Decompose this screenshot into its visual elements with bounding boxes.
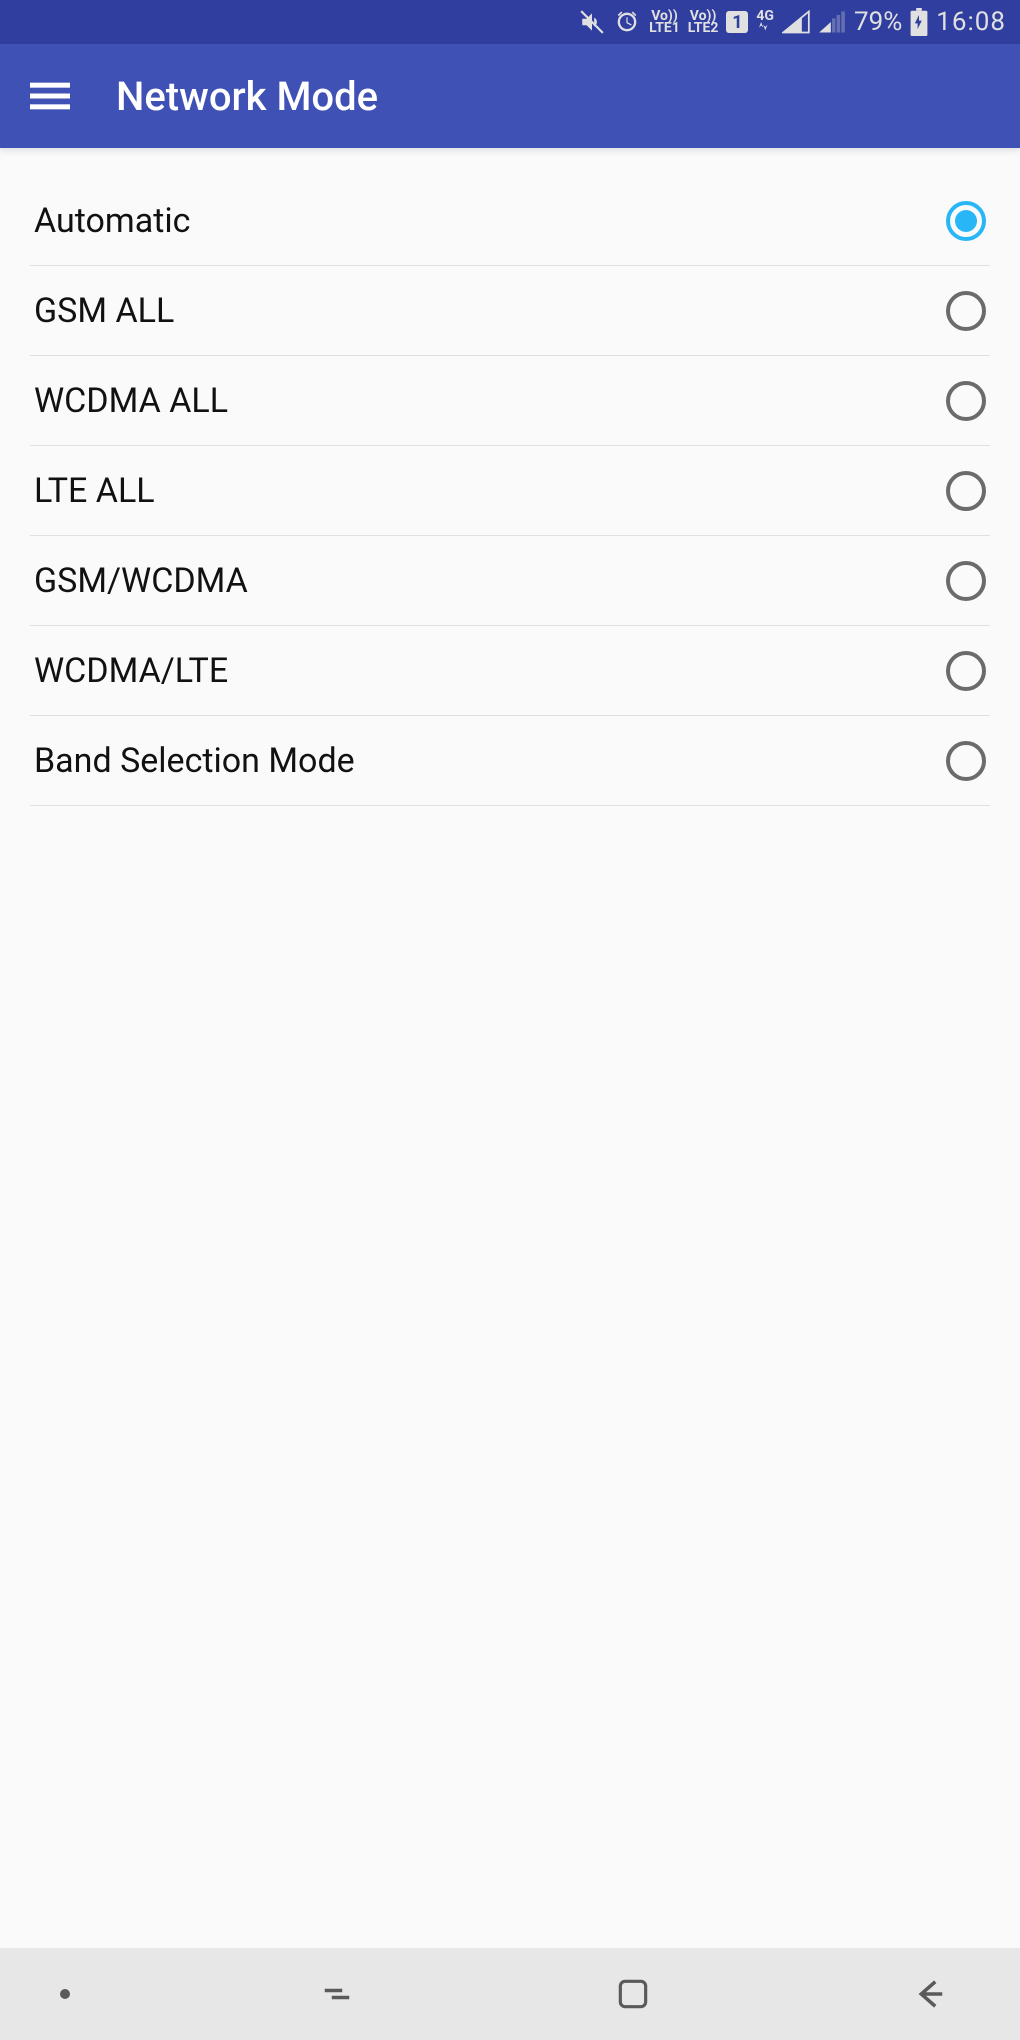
- radio-unselected-icon: [946, 651, 986, 691]
- battery-percentage: 79%: [854, 7, 902, 37]
- status-bar: Vo)) LTE1 Vo)) LTE2 1 4G 79% 16:08: [0, 0, 1020, 44]
- network-mode-list: Automatic GSM ALL WCDMA ALL LTE ALL GSM/…: [0, 148, 1020, 806]
- mute-icon: [579, 9, 605, 35]
- radio-selected-icon: [946, 201, 986, 241]
- option-band-selection[interactable]: Band Selection Mode: [30, 716, 990, 806]
- option-label: GSM/WCDMA: [34, 561, 248, 601]
- option-label: Band Selection Mode: [34, 741, 355, 781]
- option-label: Automatic: [34, 201, 190, 241]
- radio-unselected-icon: [946, 741, 986, 781]
- battery-charging-icon: [910, 8, 928, 36]
- nav-dot-icon: [60, 1989, 70, 1999]
- option-label: LTE ALL: [34, 471, 155, 511]
- app-bar: Network Mode: [0, 44, 1020, 148]
- alarm-icon: [613, 8, 641, 36]
- home-button[interactable]: [603, 1964, 663, 2024]
- option-lte-all[interactable]: LTE ALL: [30, 446, 990, 536]
- signal2-icon: [818, 10, 846, 34]
- option-wcdma-lte[interactable]: WCDMA/LTE: [30, 626, 990, 716]
- volte1-indicator: Vo)) LTE1: [649, 10, 680, 34]
- option-label: WCDMA/LTE: [34, 651, 228, 691]
- recents-button[interactable]: [307, 1964, 367, 2024]
- menu-icon[interactable]: [28, 74, 72, 118]
- option-gsm-all[interactable]: GSM ALL: [30, 266, 990, 356]
- option-gsm-wcdma[interactable]: GSM/WCDMA: [30, 536, 990, 626]
- option-label: WCDMA ALL: [34, 381, 228, 421]
- data-4g-indicator: 4G: [756, 10, 774, 34]
- option-label: GSM ALL: [34, 291, 174, 331]
- option-automatic[interactable]: Automatic: [30, 176, 990, 266]
- radio-unselected-icon: [946, 381, 986, 421]
- radio-unselected-icon: [946, 471, 986, 511]
- page-title: Network Mode: [116, 73, 378, 120]
- volte2-indicator: Vo)) LTE2: [688, 10, 719, 34]
- navigation-bar: [0, 1948, 1020, 2040]
- status-time: 16:08: [936, 7, 1006, 37]
- signal1-icon: [782, 10, 810, 34]
- sim-badge: 1: [726, 11, 748, 33]
- radio-unselected-icon: [946, 291, 986, 331]
- radio-unselected-icon: [946, 561, 986, 601]
- option-wcdma-all[interactable]: WCDMA ALL: [30, 356, 990, 446]
- back-button[interactable]: [900, 1964, 960, 2024]
